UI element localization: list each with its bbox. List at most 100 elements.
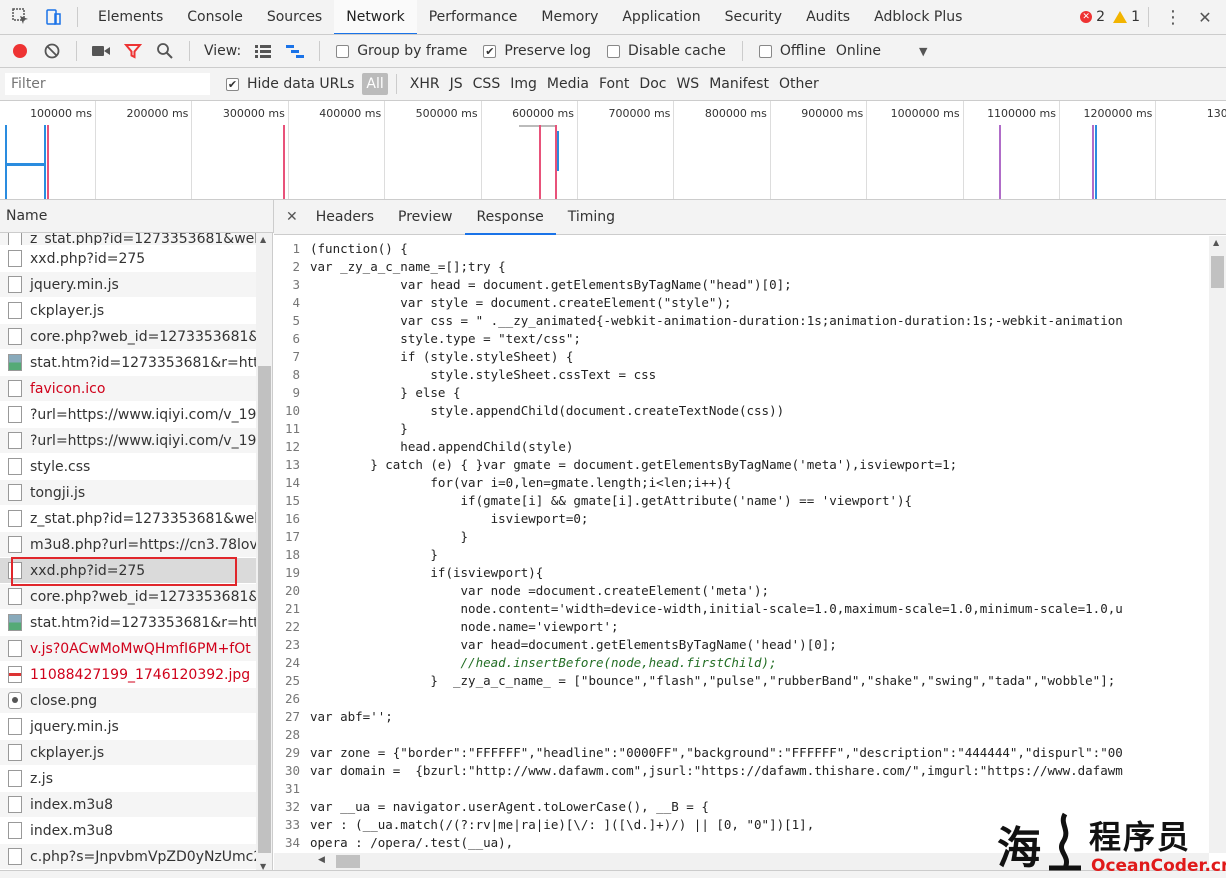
request-row[interactable]: style.css [0, 454, 256, 480]
request-row[interactable]: z_stat.php?id=1273353681&web_ [0, 506, 256, 532]
scroll-up-icon[interactable]: ▲ [1213, 238, 1219, 247]
scrollbar-thumb[interactable] [1211, 256, 1224, 288]
document-file-icon [8, 536, 22, 553]
detail-tab-preview[interactable]: Preview [386, 200, 465, 235]
close-detail-icon[interactable]: ✕ [286, 209, 298, 225]
request-row[interactable]: c.php?s=JnpvbmVpZD0yNzUmc2l [0, 844, 256, 870]
throttling-select[interactable]: Online ▼ [836, 43, 928, 59]
scroll-up-icon[interactable]: ▲ [260, 235, 266, 244]
filter-type-doc[interactable]: Doc [634, 76, 671, 92]
code-text: } [310, 529, 469, 544]
request-row[interactable]: tongji.js [0, 480, 256, 506]
error-badge[interactable]: ✕ 2 [1080, 9, 1105, 25]
request-row[interactable]: z.js [0, 766, 256, 792]
request-row[interactable]: jquery.min.js [0, 714, 256, 740]
code-line: 22 node.name='viewport'; [274, 618, 1209, 636]
preserve-log-checkbox[interactable]: ✔ Preserve log [483, 43, 591, 59]
line-number: 8 [292, 367, 300, 382]
filter-type-font[interactable]: Font [594, 76, 634, 92]
filter-type-img[interactable]: Img [505, 76, 542, 92]
tab-security[interactable]: Security [713, 0, 795, 34]
large-rows-icon[interactable] [250, 38, 276, 64]
request-row[interactable]: stat.htm?id=1273353681&r=http [0, 350, 256, 376]
request-row[interactable]: index.m3u8 [0, 792, 256, 818]
more-options-icon[interactable]: ⋮ [1160, 4, 1186, 30]
request-row[interactable]: ckplayer.js [0, 740, 256, 766]
filter-type-xhr[interactable]: XHR [405, 76, 445, 92]
request-row[interactable]: ?url=https://www.iqiyi.com/v_19r [0, 402, 256, 428]
request-row[interactable]: close.png [0, 688, 256, 714]
request-row[interactable]: ?url=https://www.iqiyi.com/v_19r [0, 428, 256, 454]
warning-icon [1113, 11, 1128, 23]
filter-type-media[interactable]: Media [542, 76, 594, 92]
request-row[interactable]: index.m3u8 [0, 818, 256, 844]
request-detail-tabs: ✕ Headers Preview Response Timing [274, 200, 1226, 235]
timeline-tick-label: 400000 ms [289, 101, 386, 199]
warning-badge[interactable]: 1 [1113, 9, 1140, 25]
detail-tab-timing[interactable]: Timing [556, 200, 627, 235]
name-column-header[interactable]: Name [0, 200, 274, 233]
tab-elements[interactable]: Elements [86, 0, 175, 34]
checkbox-box [607, 44, 621, 58]
network-overview[interactable]: 100000 ms 200000 ms 300000 ms 400000 ms 5000… [0, 101, 1226, 200]
device-toolbar-icon[interactable] [40, 4, 66, 30]
detail-tab-response[interactable]: Response [464, 200, 556, 235]
tab-console[interactable]: Console [175, 0, 255, 34]
request-row[interactable]: ckplayer.js [0, 298, 256, 324]
request-list-scrollbar[interactable]: ▲ ▼ [256, 233, 273, 873]
request-row[interactable]: 11088427199_1746120392.jpg [0, 662, 256, 688]
detail-tab-headers[interactable]: Headers [304, 200, 386, 235]
record-icon[interactable] [7, 38, 33, 64]
waterfall-view-icon[interactable] [282, 38, 308, 64]
resource-type-filters: All XHR JS CSS Img Media Font Doc WS Manifest Othe… [362, 73, 823, 95]
request-row[interactable]: core.php?web_id=1273353681&t [0, 324, 256, 350]
scrollbar-thumb[interactable] [258, 366, 271, 853]
request-row[interactable]: m3u8.php?url=https://cn3.78love [0, 532, 256, 558]
warning-count: 1 [1131, 9, 1140, 25]
capture-screenshots-icon[interactable] [88, 38, 114, 64]
response-vertical-scrollbar[interactable]: ▲ [1209, 236, 1226, 853]
clear-icon[interactable] [39, 38, 65, 64]
filter-type-css[interactable]: CSS [468, 76, 506, 92]
line-number: 14 [284, 475, 300, 490]
line-number: 2 [292, 259, 300, 274]
request-row[interactable]: core.php?web_id=1273353681&t [0, 584, 256, 610]
tab-memory[interactable]: Memory [529, 0, 610, 34]
hide-data-urls-checkbox[interactable]: ✔ Hide data URLs [226, 76, 354, 92]
filter-type-other[interactable]: Other [774, 76, 824, 92]
filter-type-all[interactable]: All [362, 73, 388, 95]
filter-type-manifest[interactable]: Manifest [704, 76, 774, 92]
request-row[interactable]: stat.htm?id=1273353681&r=http [0, 610, 256, 636]
response-source-viewer[interactable]: 1 (function() {2 var _zy_a_c_name_=[];try … [274, 236, 1209, 853]
tab-adblock-plus[interactable]: Adblock Plus [862, 0, 974, 34]
tab-sources[interactable]: Sources [255, 0, 334, 34]
filter-type-ws[interactable]: WS [671, 76, 704, 92]
load-marker [999, 125, 1001, 199]
filter-type-js[interactable]: JS [445, 76, 468, 92]
request-name: core.php?web_id=1273353681&t [30, 328, 256, 345]
request-row[interactable]: z_stat.php?id=1273353681&web_ [0, 233, 256, 246]
disable-cache-checkbox[interactable]: Disable cache [607, 43, 726, 59]
code-line: 26 [274, 690, 1209, 708]
code-text: ver : (__ua.match(/(?:rv|me|ra|ie)[\/: ]… [310, 817, 815, 832]
request-row[interactable]: v.js?0ACwMoMwQHmfI6PM+fOt [0, 636, 256, 662]
line-number: 19 [284, 565, 300, 580]
request-row[interactable]: jquery.min.js [0, 272, 256, 298]
scroll-left-icon[interactable]: ◀ [318, 855, 325, 865]
offline-checkbox[interactable]: Offline [758, 43, 826, 59]
close-devtools-icon[interactable]: ✕ [1192, 4, 1218, 30]
request-row[interactable]: xxd.php?id=275 [0, 246, 256, 272]
group-by-frame-checkbox[interactable]: Group by frame [336, 43, 467, 59]
scrollbar-thumb[interactable] [336, 855, 360, 868]
tab-audits[interactable]: Audits [794, 0, 862, 34]
search-icon[interactable] [152, 38, 178, 64]
tab-performance[interactable]: Performance [417, 0, 530, 34]
tab-network[interactable]: Network [334, 0, 417, 34]
filter-icon[interactable] [120, 38, 146, 64]
tab-application[interactable]: Application [610, 0, 712, 34]
inspect-element-icon[interactable] [8, 4, 34, 30]
request-row[interactable]: favicon.ico [0, 376, 256, 402]
code-line: 7 if (style.styleSheet) { [274, 348, 1209, 366]
timeline-tick-label: 300000 ms [193, 101, 289, 199]
filter-input[interactable] [5, 73, 210, 95]
